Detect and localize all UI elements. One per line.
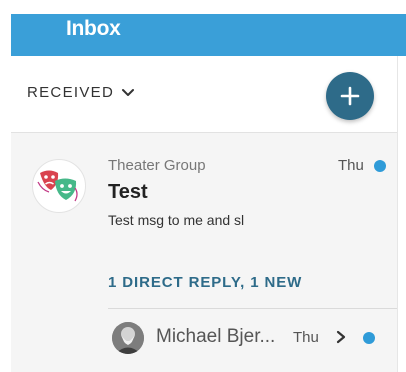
- inbox-panel: RECEIVED Theater Group Thu Test Test msg…: [11, 56, 406, 372]
- received-filter-dropdown[interactable]: RECEIVED: [27, 84, 136, 101]
- filter-label: RECEIVED: [27, 84, 115, 101]
- avatar: [112, 322, 144, 354]
- reply-item[interactable]: Michael Bjer... Thu: [108, 308, 397, 372]
- chevron-right-icon: [336, 330, 346, 344]
- message-thread[interactable]: Theater Group Thu Test Test msg to me an…: [11, 133, 397, 372]
- message-sender: Theater Group: [108, 157, 206, 174]
- inbox-header: Inbox: [11, 14, 406, 56]
- message-date: Thu: [338, 157, 364, 174]
- chevron-down-icon: [122, 88, 135, 96]
- message-preview: Test msg to me and sl: [108, 212, 245, 228]
- reply-date: Thu: [293, 329, 319, 346]
- top-margin: [0, 0, 406, 14]
- inbox-page: Inbox RECEIVED Theater Group Thu Test Te…: [0, 0, 406, 372]
- unread-indicator: [363, 332, 375, 344]
- theater-masks-icon: [37, 170, 78, 202]
- panel-divider: [397, 56, 398, 372]
- compose-button[interactable]: [326, 72, 374, 120]
- unread-indicator: [374, 160, 386, 172]
- filter-bar: RECEIVED: [11, 56, 397, 133]
- reply-summary-link[interactable]: 1 DIRECT REPLY, 1 NEW: [108, 274, 302, 291]
- reply-sender-name: Michael Bjer...: [156, 326, 276, 347]
- page-title: Inbox: [66, 17, 121, 40]
- group-avatar: [32, 159, 86, 213]
- person-photo-icon: [112, 322, 144, 354]
- plus-icon: [340, 86, 360, 106]
- message-subject: Test: [108, 181, 148, 203]
